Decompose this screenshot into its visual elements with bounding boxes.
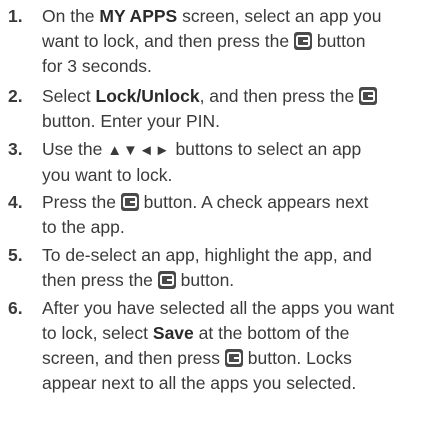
- step-line: screen, and then press button. Locks: [42, 346, 442, 371]
- step-line: want to lock, and then press the button: [42, 29, 442, 54]
- step-text: On the MY APPS screen, select an app you…: [42, 4, 442, 79]
- step-line: then press the button.: [42, 268, 442, 293]
- step-line: Press the button. A check appears next: [42, 190, 442, 215]
- text-segment: then press the: [42, 270, 158, 290]
- step-line: to lock, select Save at the bottom of th…: [42, 321, 442, 346]
- text-segment: Select: [42, 86, 96, 106]
- enter-icon: [157, 271, 176, 289]
- enter-icon: [359, 87, 378, 105]
- text-segment: screen, and then press: [42, 348, 225, 368]
- bold-term: Save: [152, 323, 194, 343]
- text-segment: to lock, select: [42, 323, 153, 343]
- step-text: Use the ▲▼◄► buttons to select an app you…: [42, 137, 442, 188]
- step: 4. Press the button. A check appears nex…: [0, 190, 445, 240]
- enter-icon: [224, 349, 243, 367]
- step-number: 1.: [8, 6, 23, 26]
- text-segment: appear next to all the apps you selected…: [42, 373, 357, 393]
- text-segment: , and then press the: [199, 86, 360, 106]
- text-segment: screen, select an app you: [177, 6, 382, 26]
- step-text: To de-select an app, highlight the app, …: [42, 243, 442, 293]
- step-line: On the MY APPS screen, select an app you: [42, 4, 442, 29]
- text-segment: button. Locks: [242, 348, 352, 368]
- step-text: After you have selected all the apps you…: [42, 296, 442, 396]
- enter-icon: [293, 32, 312, 50]
- text-segment: button.: [175, 270, 235, 290]
- text-segment: at the bottom of the: [193, 323, 350, 343]
- step-number: 6.: [8, 298, 23, 318]
- step-line: to the app.: [42, 215, 442, 240]
- step: 6. After you have selected all the apps …: [0, 296, 445, 396]
- step-line: button. Enter your PIN.: [42, 109, 442, 134]
- step-number: 4.: [8, 192, 23, 212]
- direction-arrows: ▲▼◄►: [107, 142, 171, 159]
- text-segment: After you have selected all the apps you…: [42, 298, 395, 318]
- enter-icon: [120, 193, 139, 211]
- step-line: for 3 seconds.: [42, 54, 442, 79]
- step-text: Press the button. A check appears next to…: [42, 190, 442, 240]
- step-number: 3.: [8, 139, 23, 159]
- step-line: Select Lock/Unlock, and then press the: [42, 84, 442, 109]
- text-segment: Use the: [42, 139, 108, 159]
- step-text: Select Lock/Unlock, and then press the b…: [42, 84, 442, 134]
- step-line: To de-select an app, highlight the app, …: [42, 243, 442, 268]
- text-segment: button: [311, 31, 366, 51]
- text-segment: want to lock, and then press the: [42, 31, 294, 51]
- text-segment: to the app.: [42, 217, 125, 237]
- text-segment: you want to lock.: [42, 165, 173, 185]
- instruction-steps: 1. On the MY APPS screen, select an app …: [0, 0, 445, 422]
- step-line: After you have selected all the apps you…: [42, 296, 442, 321]
- step: 3. Use the ▲▼◄► buttons to select an app…: [0, 137, 445, 188]
- text-segment: buttons to select an app: [170, 139, 362, 159]
- step-number: 2.: [8, 86, 23, 106]
- bold-term: Lock/Unlock: [95, 86, 200, 106]
- step: 2. Select Lock/Unlock, and then press th…: [0, 84, 445, 134]
- step-line: Use the ▲▼◄► buttons to select an app: [42, 137, 442, 163]
- step: 1. On the MY APPS screen, select an app …: [0, 4, 445, 79]
- bold-term: MY APPS: [99, 6, 178, 26]
- step-line: appear next to all the apps you selected…: [42, 371, 442, 396]
- step: 5. To de-select an app, highlight the ap…: [0, 243, 445, 293]
- text-segment: Press the: [42, 192, 121, 212]
- step-number: 5.: [8, 245, 23, 265]
- step-line: you want to lock.: [42, 163, 442, 188]
- text-segment: button. A check appears next: [138, 192, 369, 212]
- text-segment: for 3 seconds.: [42, 56, 152, 76]
- text-segment: On the: [42, 6, 100, 26]
- text-segment: button. Enter your PIN.: [42, 111, 221, 131]
- text-segment: To de-select an app, highlight the app, …: [42, 245, 372, 265]
